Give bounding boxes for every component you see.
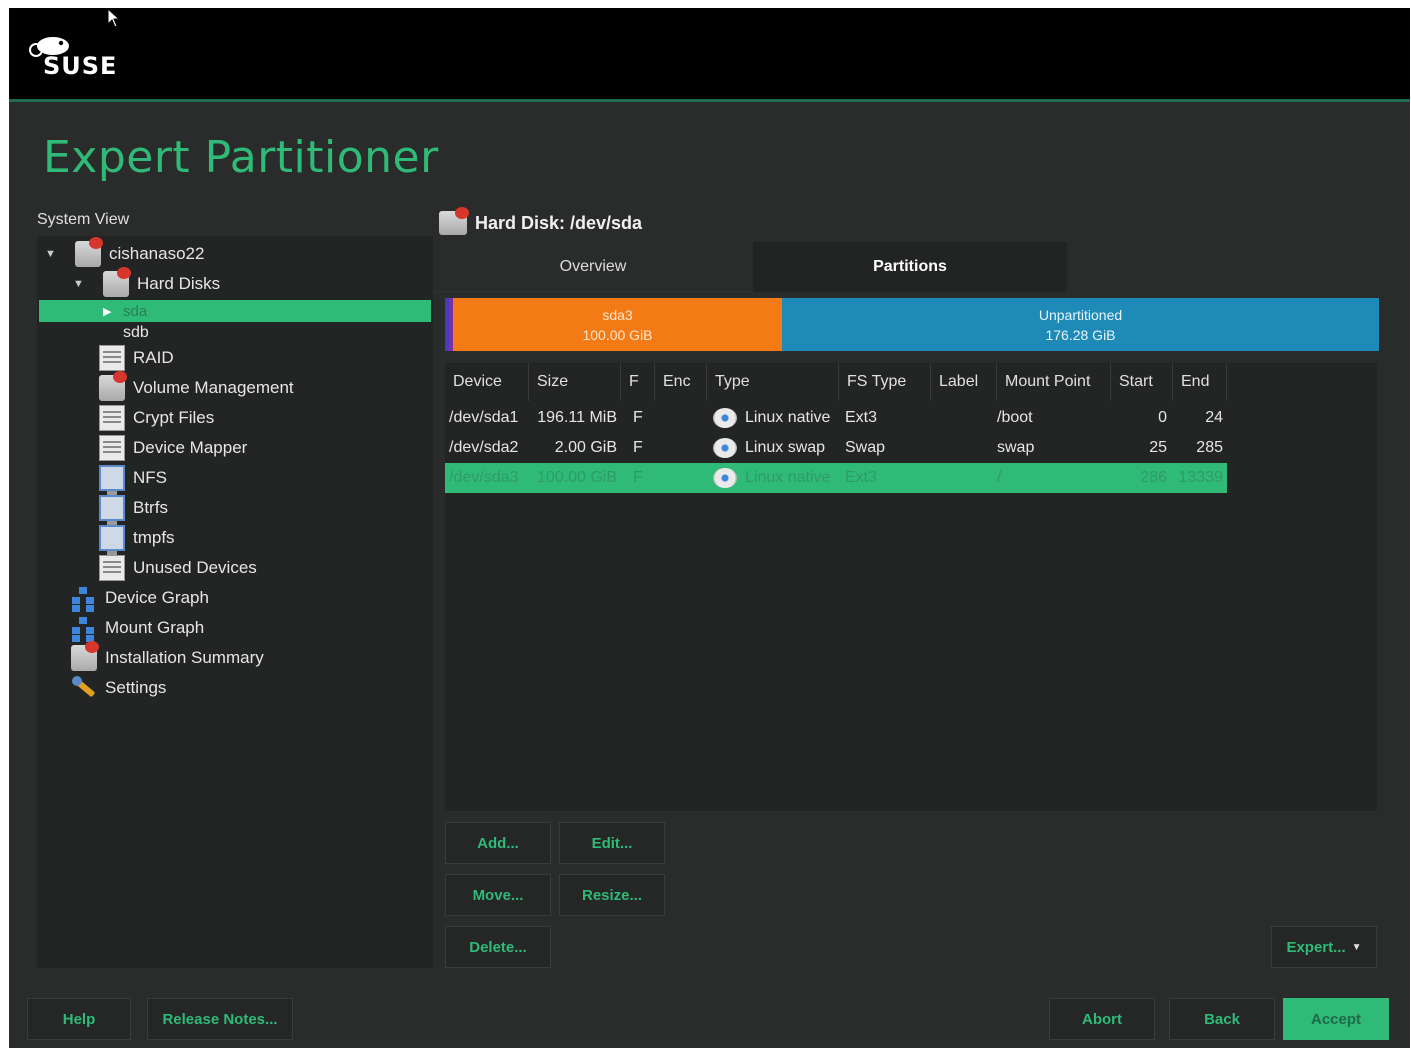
installation-summary-icon [71, 641, 99, 671]
column-header-end[interactable]: End [1173, 363, 1227, 401]
page-title: Expert Partitioner [43, 132, 439, 183]
column-header-fs-type[interactable]: FS Type [839, 363, 931, 401]
release-notes-button[interactable]: Release Notes... [147, 998, 293, 1040]
raid-icon [99, 345, 125, 371]
column-header-f[interactable]: F [621, 363, 655, 401]
device-heading: Hard Disk: /dev/sda [439, 207, 642, 238]
device-mapper-icon [99, 435, 125, 461]
mount-graph-icon [71, 615, 97, 641]
tree-item-tmpfs[interactable]: tmpfs [99, 524, 175, 555]
partitions-table[interactable]: Device Size F Enc Type FS Type Label Mou… [445, 363, 1377, 811]
tree-item-volume-management[interactable]: Volume Management [99, 371, 294, 402]
column-header-start[interactable]: Start [1111, 363, 1173, 401]
edit-button[interactable]: Edit... [559, 822, 665, 864]
tree-item-unused-devices[interactable]: Unused Devices [99, 554, 257, 582]
crypt-files-icon [99, 405, 125, 431]
logo-word: SUSE [43, 52, 118, 80]
back-button[interactable]: Back [1169, 998, 1275, 1040]
volume-management-icon [99, 371, 127, 401]
hard-disk-icon [103, 267, 131, 297]
help-button[interactable]: Help [27, 998, 131, 1040]
column-header-label[interactable]: Label [931, 363, 997, 401]
tree-item-device-mapper[interactable]: Device Mapper [99, 434, 247, 462]
partition-icon [713, 468, 737, 488]
system-view-tree[interactable]: ▼ cishanaso22 ▼ Hard Disks ▶ sda sdb RAI… [37, 236, 433, 968]
settings-icon [71, 675, 97, 701]
table-row[interactable]: /dev/sda1 196.11 MiB F Linux native Ext3… [445, 403, 1227, 433]
tree-item-crypt-files[interactable]: Crypt Files [99, 404, 214, 432]
mouse-cursor-icon [107, 8, 121, 28]
tree-item-raid[interactable]: RAID [99, 344, 174, 372]
table-header: Device Size F Enc Type FS Type Label Mou… [445, 363, 1227, 401]
bar-segment-sda3[interactable]: sda3 100.00 GiB [453, 298, 782, 351]
tab-overview[interactable]: Overview [435, 242, 751, 292]
delete-button[interactable]: Delete... [445, 926, 551, 968]
tree-item-btrfs[interactable]: Btrfs [99, 494, 168, 525]
tree-item-settings[interactable]: Settings [71, 674, 166, 702]
partition-icon [713, 438, 737, 458]
tree-item-installation-summary[interactable]: Installation Summary [71, 641, 264, 672]
tree-item-mount-graph[interactable]: Mount Graph [71, 614, 204, 642]
add-button[interactable]: Add... [445, 822, 551, 864]
column-header-type[interactable]: Type [707, 363, 839, 401]
tree-item-host[interactable]: ▼ cishanaso22 [45, 237, 204, 268]
nfs-icon [99, 465, 125, 495]
column-header-size[interactable]: Size [529, 363, 621, 401]
top-bar-accent-line [9, 99, 1410, 102]
partition-bar-small-segments [445, 298, 453, 351]
expand-arrow-icon[interactable]: ▼ [73, 278, 84, 290]
collapse-arrow-icon[interactable]: ▶ [103, 305, 111, 318]
expand-arrow-icon[interactable]: ▼ [45, 248, 56, 260]
accept-button[interactable]: Accept [1283, 998, 1389, 1040]
partition-bar: sda3 100.00 GiB Unpartitioned 176.28 GiB [445, 298, 1379, 351]
hard-disk-icon [439, 207, 469, 235]
system-view-label: System View [37, 211, 130, 228]
bar-segment-unpartitioned[interactable]: Unpartitioned 176.28 GiB [782, 298, 1379, 351]
installer-screen: SUSE Expert Partitioner System View ▼ ci… [9, 8, 1410, 1048]
tree-item-sda[interactable]: ▶ sda [39, 300, 431, 322]
expert-menu-button[interactable]: Expert... ▼ [1271, 926, 1377, 968]
device-graph-icon [71, 585, 97, 611]
tree-item-nfs[interactable]: NFS [99, 464, 167, 495]
column-header-enc[interactable]: Enc [655, 363, 707, 401]
table-row[interactable]: /dev/sda2 2.00 GiB F Linux swap Swap swa… [445, 433, 1227, 463]
chevron-down-icon: ▼ [1351, 941, 1362, 953]
tree-item-hard-disks[interactable]: ▼ Hard Disks [73, 267, 220, 298]
top-bar: SUSE [9, 8, 1410, 102]
move-button[interactable]: Move... [445, 874, 551, 916]
tab-bar: Overview Partitions [435, 242, 1067, 292]
column-header-device[interactable]: Device [445, 363, 529, 401]
tree-item-device-graph[interactable]: Device Graph [71, 584, 209, 612]
unused-devices-icon [99, 555, 125, 581]
hard-disk-icon [75, 237, 103, 267]
suse-logo: SUSE [27, 32, 137, 88]
table-row-selected[interactable]: /dev/sda3 100.00 GiB F Linux native Ext3… [445, 463, 1227, 493]
btrfs-icon [99, 495, 125, 525]
abort-button[interactable]: Abort [1049, 998, 1155, 1040]
resize-button[interactable]: Resize... [559, 874, 665, 916]
tree-item-sdb[interactable]: sdb [123, 322, 149, 344]
tab-partitions[interactable]: Partitions [753, 242, 1067, 292]
column-header-mount-point[interactable]: Mount Point [997, 363, 1111, 401]
tmpfs-icon [99, 525, 125, 555]
partition-icon [713, 408, 737, 428]
